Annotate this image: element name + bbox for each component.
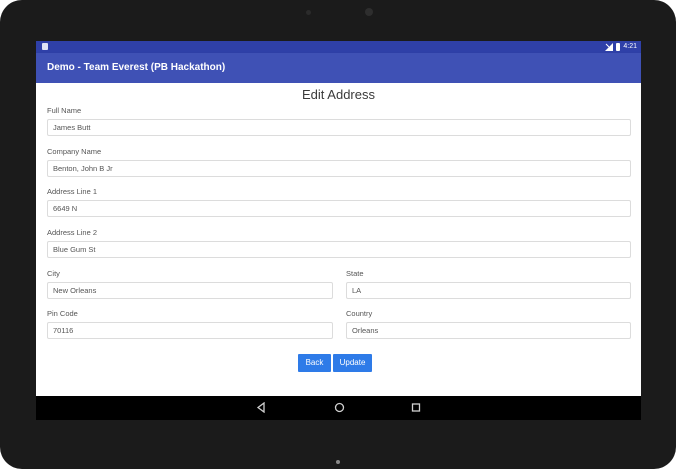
home-icon[interactable] [334,402,345,413]
notification-icon [42,43,48,50]
full-name-field[interactable]: James Butt [47,119,631,136]
address-line-1-field[interactable]: 6649 N [47,200,631,217]
country-label: Country [346,309,373,318]
state-label: State [346,269,364,278]
screen: 4:21 Demo - Team Everest (PB Hackathon) … [36,41,641,420]
page-title: Edit Address [302,87,375,102]
company-name-label: Company Name [47,147,102,156]
pin-code-label: Pin Code [47,309,78,318]
navigation-bar [36,396,641,420]
state-field[interactable]: LA [346,282,631,299]
address-line-1-label: Address Line 1 [47,187,98,196]
company-name-field[interactable]: Benton, John B Jr [47,160,631,177]
full-name-label: Full Name [47,106,82,115]
battery-icon [616,43,621,51]
sensor-dot [306,10,311,15]
country-field[interactable]: Orleans [346,322,631,339]
app-bar: Demo - Team Everest (PB Hackathon) [36,53,641,83]
edit-address-form: Edit Address Full Name James Butt Compan… [36,83,641,396]
status-time: 4:21 [623,43,637,50]
back-button[interactable]: Back [298,354,331,372]
city-label: City [47,269,60,278]
status-bar: 4:21 [36,41,641,53]
address-line-2-label: Address Line 2 [47,228,98,237]
app-title: Demo - Team Everest (PB Hackathon) [47,62,226,73]
address-line-2-field[interactable]: Blue Gum St [47,241,631,258]
recents-icon[interactable] [411,402,421,413]
pin-code-field[interactable]: 70116 [47,322,333,339]
city-field[interactable]: New Orleans [47,282,333,299]
tablet-frame: 4:21 Demo - Team Everest (PB Hackathon) … [0,0,676,469]
front-camera [365,8,373,16]
signal-icon [605,43,614,51]
home-indicator-dot [336,460,340,464]
back-icon[interactable] [256,402,266,413]
update-button[interactable]: Update [333,354,372,372]
